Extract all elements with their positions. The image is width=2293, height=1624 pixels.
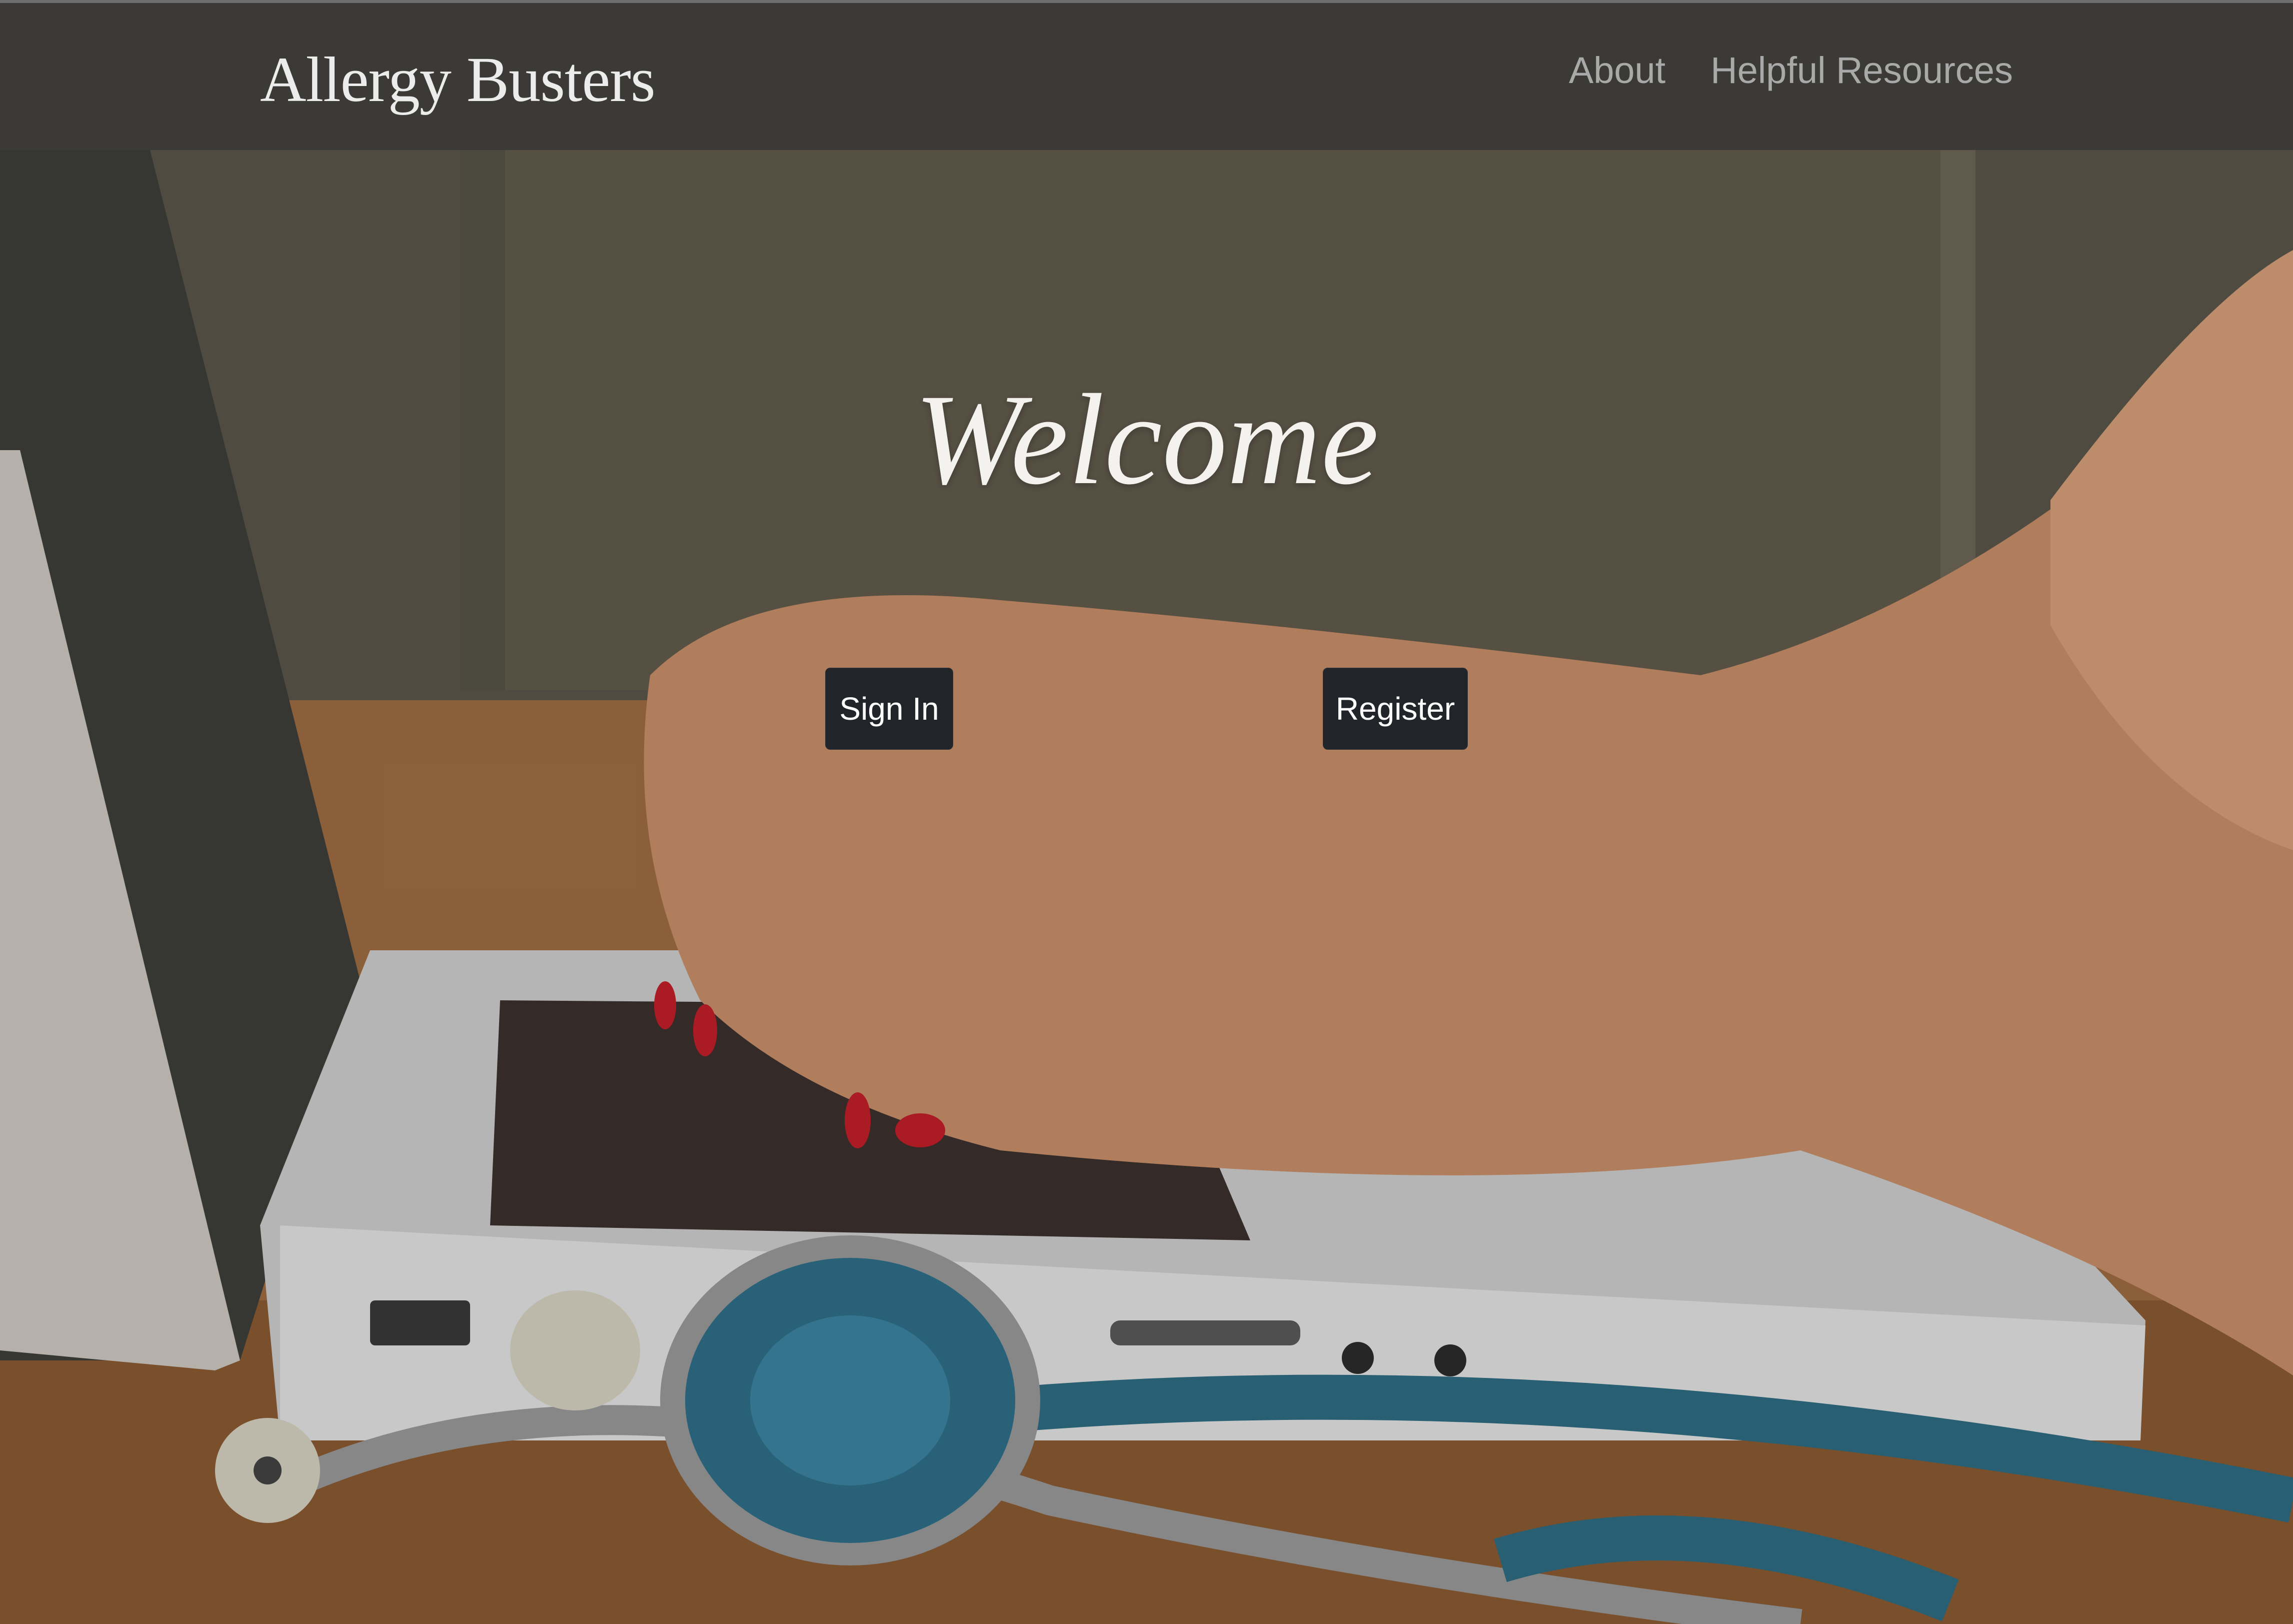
brand-logo-text[interactable]: Allergy Busters [260, 43, 656, 117]
welcome-heading: Welcome [914, 368, 1379, 512]
nav-links: About Helpful Resources [1569, 49, 2013, 92]
sign-in-button[interactable]: Sign In [825, 668, 953, 750]
hero-background-image [0, 0, 2293, 1624]
nav-link-helpful-resources[interactable]: Helpful Resources [1710, 49, 2013, 92]
nav-link-about[interactable]: About [1569, 49, 1665, 92]
page: Allergy Busters About Helpful Resources … [0, 0, 2293, 1624]
hero-dim-overlay [0, 0, 2293, 1624]
top-navbar: Allergy Busters About Helpful Resources [0, 0, 2293, 150]
register-button[interactable]: Register [1323, 668, 1468, 750]
